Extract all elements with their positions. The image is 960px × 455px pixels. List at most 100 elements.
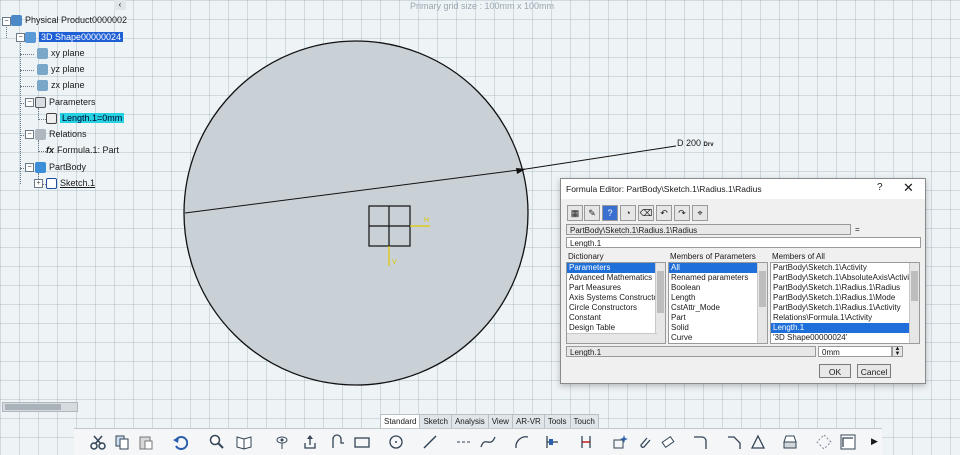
formula-icon: fx [46,145,55,155]
project-icon[interactable] [782,434,798,450]
tree-param-length[interactable]: Length.1=0mm [46,111,125,125]
dimension-value[interactable]: D 200 Drv [677,138,714,148]
more-arrow-icon[interactable]: ▶ [871,436,878,447]
tree-scrollbar[interactable] [2,402,78,412]
list-item[interactable]: Renamed parameters [669,273,767,283]
specification-tree: − − − − − + Physical Product0000002 3D S… [0,0,200,200]
tree-partbody[interactable]: PartBody [35,160,86,174]
section-tabs: Standard Sketch Analysis View AR-VR Tool… [380,414,599,430]
wizard-icon[interactable]: ✎ [584,205,600,221]
list-item[interactable]: Length [669,293,767,303]
constraint-icon[interactable] [578,434,594,450]
expand-relations-toggle[interactable]: − [25,130,34,139]
expand-partbody-toggle[interactable]: − [25,163,34,172]
list-item[interactable]: All [669,263,767,273]
dictionary-hscrollbar[interactable] [567,333,657,343]
comment-icon[interactable]: ◔ [620,205,636,221]
paste-icon[interactable] [138,434,154,450]
tree-shape-label: 3D Shape00000024 [39,32,124,42]
zoom-icon[interactable] [209,434,225,450]
list-item[interactable]: PartBody\Sketch.1\Radius.1\Activity [771,303,919,313]
attach-icon[interactable] [636,434,652,450]
list-item[interactable]: '3D Shape00000024' [771,333,919,343]
members-params-scrollbar[interactable] [757,263,767,343]
list-item[interactable]: Relations\Formula.1\Activity [771,313,919,323]
sparkle-icon[interactable] [612,434,628,450]
list-item[interactable]: Axis Systems Constructors [567,293,665,303]
members-all-scrollbar[interactable] [909,263,919,343]
formula-editor-dialog: Formula Editor: PartBody\Sketch.1\Radius… [560,178,926,384]
tree-relations[interactable]: Relations [35,127,87,141]
tree-zx-plane[interactable]: zx plane [37,78,85,92]
expand-root-toggle[interactable]: − [2,17,11,26]
sketch-tool-icon[interactable] [840,434,856,450]
list-item[interactable]: Solid [669,323,767,333]
list-item[interactable]: Length.1 [771,323,919,333]
close-icon[interactable]: ✕ [903,180,914,196]
plane-icon [37,64,48,76]
formula-input[interactable]: Length.1 [566,237,921,248]
tree-3d-shape[interactable]: 3D Shape00000024 [25,30,124,44]
profile-icon[interactable] [330,434,346,450]
book-icon[interactable] [236,434,252,450]
sketch-circle [183,40,529,386]
cancel-button[interactable]: Cancel [857,364,891,378]
redo-icon[interactable]: ↷ [674,205,690,221]
list-item[interactable]: Design Table [567,323,665,333]
rectangle-icon[interactable] [354,434,370,450]
tree-formula[interactable]: fx Formula.1: Part [46,143,119,157]
construction-icon[interactable] [816,434,832,450]
list-item[interactable]: Part [669,313,767,323]
share-icon[interactable] [302,434,318,450]
value-field[interactable]: 0mm [818,346,892,357]
list-item[interactable]: Advanced Mathematics Fu [567,273,665,283]
tree-parameters[interactable]: Parameters [35,95,96,109]
circle-icon[interactable] [388,434,404,450]
list-item[interactable]: PartBody\Sketch.1\Radius.1\Mode [771,293,919,303]
spline-icon[interactable] [480,434,496,450]
undo-icon[interactable] [172,434,188,450]
visibility-icon[interactable] [274,434,290,450]
list-item[interactable]: PartBody\Sketch.1\Activity [771,263,919,273]
list-item[interactable]: Curve [669,333,767,343]
help-icon[interactable]: ? [877,182,883,193]
list-item[interactable]: Circle Constructors [567,303,665,313]
list-item[interactable]: CstAttr_Mode [669,303,767,313]
partbody-icon [35,162,46,174]
tree-yz-plane[interactable]: yz plane [37,62,85,76]
tree-root-product[interactable]: Physical Product0000002 [11,13,127,27]
expand-parameters-toggle[interactable]: − [25,98,34,107]
eraser-icon[interactable] [660,434,676,450]
ok-button[interactable]: OK [819,364,851,378]
erase-icon[interactable]: ⌫ [638,205,654,221]
tree-xy-plane[interactable]: xy plane [37,46,85,60]
import-icon[interactable]: ▦ [567,205,583,221]
expand-shape-toggle[interactable]: − [16,33,25,42]
measure-icon[interactable]: ⌖ [692,205,708,221]
mirror-icon[interactable] [750,434,766,450]
list-item[interactable]: Constant [567,313,665,323]
list-item[interactable]: PartBody\Sketch.1\Radius.1\Radius [771,283,919,293]
copy-icon[interactable] [114,434,130,450]
members-params-list[interactable]: All Renamed parameters Boolean Length Cs… [668,262,768,344]
line-icon[interactable] [422,434,438,450]
expand-sketch-toggle[interactable]: + [34,179,43,188]
help-book-icon[interactable]: ? [602,205,618,221]
trim-icon[interactable] [544,434,560,450]
equals-sign: = [855,225,860,234]
undo-icon[interactable]: ↶ [656,205,672,221]
value-spinner[interactable]: ▲ ▼ [892,346,903,357]
tree-sketch[interactable]: Sketch.1 [46,176,95,190]
arc-icon[interactable] [514,434,530,450]
dictionary-scrollbar[interactable] [655,263,665,343]
list-item[interactable]: Boolean [669,283,767,293]
axis-icon[interactable] [456,434,472,450]
cut-icon[interactable] [90,434,106,450]
list-item[interactable]: Parameters [567,263,665,273]
dictionary-list[interactable]: Parameters Advanced Mathematics Fu Part … [566,262,666,344]
list-item[interactable]: Part Measures [567,283,665,293]
list-item[interactable]: PartBody\Sketch.1\AbsoluteAxis\Activity [771,273,919,283]
corner-icon[interactable] [692,434,708,450]
chamfer-icon[interactable] [726,434,742,450]
members-all-list[interactable]: PartBody\Sketch.1\Activity PartBody\Sket… [770,262,920,344]
